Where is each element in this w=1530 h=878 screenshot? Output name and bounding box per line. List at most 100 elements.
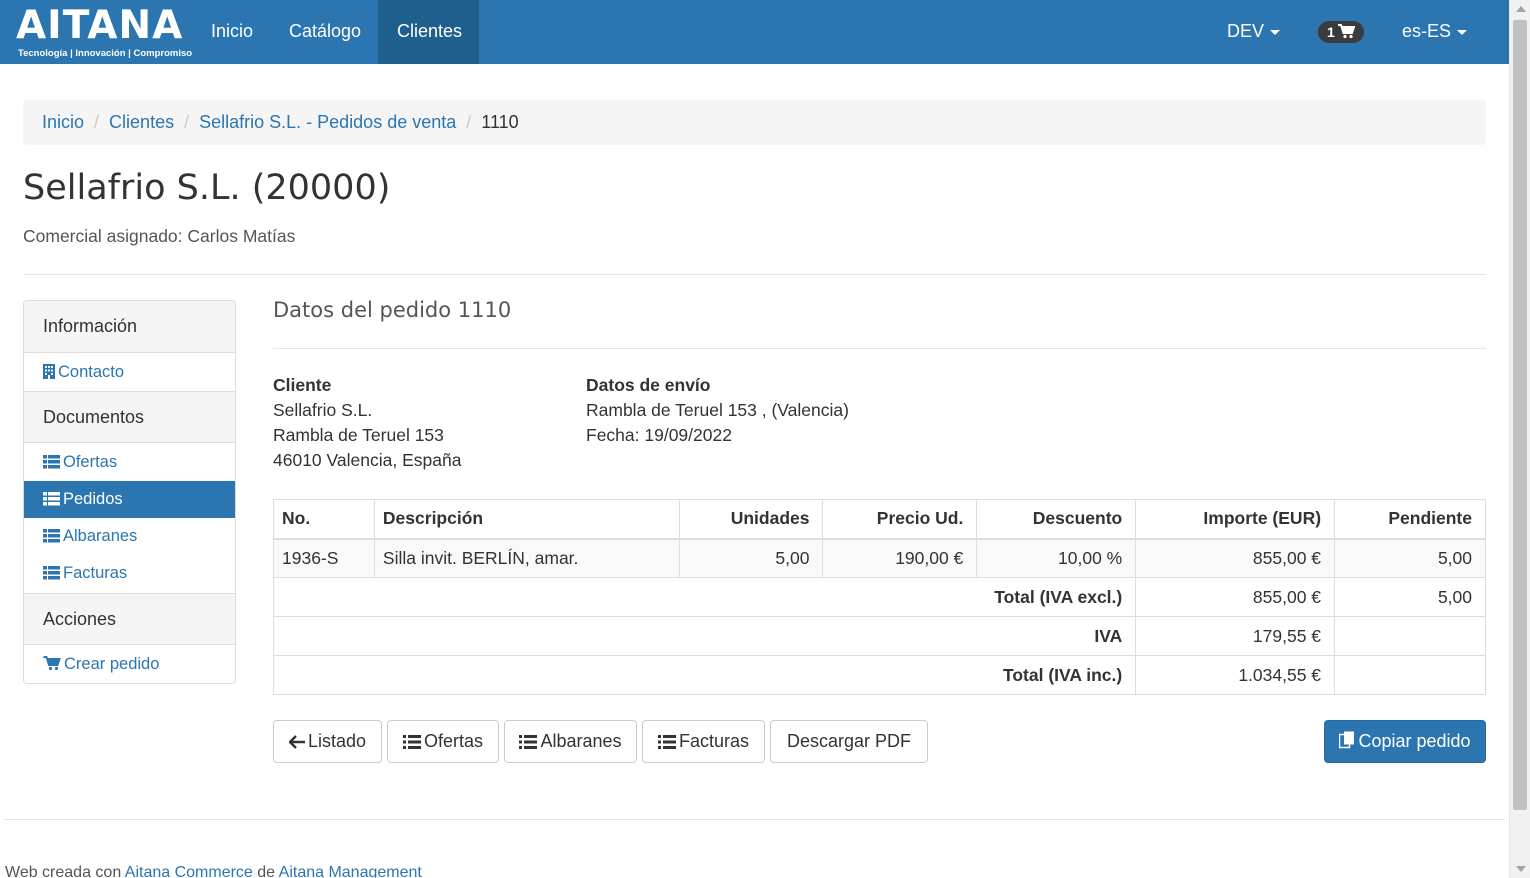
divider <box>5 819 1505 820</box>
customer-street: Rambla de Teruel 153 <box>273 425 444 445</box>
delivery-notes-button-label: Albaranes <box>540 731 622 751</box>
scroll-up-icon[interactable] <box>1516 6 1526 12</box>
aitana-logo[interactable]: AITANA Tecnología | Innovación | Comprom… <box>16 3 192 60</box>
total-excl-pending: 5,00 <box>1334 577 1486 617</box>
sidebar-item-pedidos[interactable]: Pedidos <box>24 481 235 518</box>
total-inc-row: Total (IVA inc.) 1.034,55 € <box>272 655 1486 695</box>
delivery-notes-button[interactable]: Albaranes <box>504 720 637 763</box>
breadcrumb-pedidos-venta[interactable]: Sellafrio S.L. - Pedidos de venta <box>199 112 456 132</box>
shipping-label: Datos de envío <box>586 375 711 395</box>
shipping-block: Datos de envío Rambla de Teruel 153 , (V… <box>586 373 849 448</box>
shopping-cart-icon <box>43 647 61 683</box>
sidebar-header-documentos: Documentos <box>24 392 235 443</box>
sidebar-item-label: Crear pedido <box>64 655 160 673</box>
environment-label: DEV <box>1227 21 1265 41</box>
sidebar-item-label: Ofertas <box>63 453 118 471</box>
total-excl-value: 855,00 € <box>1135 577 1336 617</box>
list-icon <box>519 723 538 764</box>
list-icon <box>657 723 676 764</box>
breadcrumb: Inicio / Clientes / Sellafrio S.L. - Pedidos… <box>23 100 1486 145</box>
sidebar-item-contacto[interactable]: Contacto <box>24 353 235 391</box>
list-icon <box>402 723 421 764</box>
column-header: Pendiente <box>1334 499 1486 540</box>
copy-icon <box>1339 723 1355 764</box>
table-header-row: No. Descripción Unidades Precio Ud. Desc… <box>273 499 1486 540</box>
order-lines-table: No. Descripción Unidades Precio Ud. Desc… <box>272 499 1486 695</box>
scroll-down-icon[interactable] <box>1516 866 1526 872</box>
download-pdf-button[interactable]: Descargar PDF <box>770 720 928 763</box>
sidebar-header-info: Información <box>24 301 235 353</box>
table-row: 1936-S Silla invit. BERLÍN, amar. 5,00 1… <box>273 538 1486 578</box>
cart-count: 1 <box>1327 24 1335 40</box>
divider <box>23 274 1486 275</box>
assigned-salesperson: Comercial asignado: Carlos Matías <box>23 226 296 246</box>
chevron-down-icon <box>1457 29 1468 35</box>
sidebar-item-label: Facturas <box>63 564 128 582</box>
top-navbar: AITANA Tecnología | Innovación | Comprom… <box>0 0 1509 64</box>
copy-order-button[interactable]: Copiar pedido <box>1324 720 1486 763</box>
sidebar-item-facturas[interactable]: Facturas <box>24 555 235 592</box>
customer-city: 46010 Valencia, España <box>273 450 462 470</box>
list-icon <box>43 520 60 557</box>
item-amount: 855,00 € <box>1135 538 1336 578</box>
list-icon <box>43 483 60 520</box>
sidebar-item-crear-pedido[interactable]: Crear pedido <box>24 645 235 683</box>
total-inc-value: 1.034,55 € <box>1135 655 1336 695</box>
nav-inicio[interactable]: Inicio <box>192 0 272 64</box>
column-header: Descripción <box>373 499 680 540</box>
column-header: Unidades <box>678 499 824 540</box>
nav-catalogo[interactable]: Catálogo <box>270 0 380 64</box>
shipping-date: Fecha: 19/09/2022 <box>586 425 732 445</box>
sidebar-item-label: Pedidos <box>63 490 123 508</box>
breadcrumb-clientes[interactable]: Clientes <box>109 112 174 132</box>
language-dropdown[interactable]: es-ES <box>1383 0 1486 64</box>
vat-label: IVA <box>272 616 1137 656</box>
customer-block: Cliente Sellafrio S.L. Rambla de Teruel … <box>273 373 461 473</box>
sidebar-item-label: Albaranes <box>63 527 138 545</box>
aitana-management-link[interactable]: Aitana Management <box>279 864 422 878</box>
column-header: Precio Ud. <box>822 499 978 540</box>
offers-button-label: Ofertas <box>423 731 484 751</box>
vertical-scrollbar[interactable] <box>1509 0 1530 878</box>
logo-text: AITANA <box>16 3 184 48</box>
sidebar-item-label: Contacto <box>58 363 125 381</box>
invoices-button[interactable]: Facturas <box>642 720 765 763</box>
column-header: Descuento <box>976 499 1137 540</box>
vat-row: IVA 179,55 € <box>272 616 1486 656</box>
list-icon <box>43 557 60 594</box>
logo-tagline: Tecnología | Innovación | Compromiso <box>18 48 193 59</box>
item-pending: 5,00 <box>1334 538 1486 578</box>
total-excl-label: Total (IVA excl.) <box>272 577 1137 617</box>
building-icon <box>43 355 55 393</box>
order-section-title: Datos del pedido 1110 <box>273 298 512 322</box>
shopping-cart-icon <box>1338 24 1355 39</box>
vat-value: 179,55 € <box>1135 616 1336 656</box>
column-header: No. <box>273 499 375 540</box>
scrollbar-thumb[interactable] <box>1513 20 1527 810</box>
item-units: 5,00 <box>678 538 824 578</box>
breadcrumb-inicio[interactable]: Inicio <box>42 112 84 132</box>
offers-button[interactable]: Ofertas <box>387 720 499 763</box>
aitana-commerce-link[interactable]: Aitana Commerce <box>125 864 253 878</box>
list-button-label: Listado <box>307 731 367 751</box>
breadcrumb-current: 1110 <box>481 112 519 132</box>
nav-clientes[interactable]: Clientes <box>378 0 479 64</box>
customer-name: Sellafrio S.L. <box>273 400 373 420</box>
arrow-left-icon <box>288 723 305 764</box>
chevron-down-icon <box>1270 29 1281 35</box>
total-inc-label: Total (IVA inc.) <box>272 655 1137 695</box>
item-number: 1936-S <box>273 538 375 578</box>
sidebar: Información Contacto Documentos Ofertas … <box>23 300 236 684</box>
sidebar-header-acciones: Acciones <box>24 594 235 645</box>
invoices-button-label: Facturas <box>678 731 750 751</box>
total-excl-row: Total (IVA excl.) 855,00 € 5,00 <box>272 577 1486 617</box>
item-price: 190,00 € <box>822 538 978 578</box>
list-button[interactable]: Listado <box>273 720 382 763</box>
sidebar-item-albaranes[interactable]: Albaranes <box>24 518 235 555</box>
cart-button[interactable]: 1 <box>1318 21 1364 43</box>
language-label: es-ES <box>1402 21 1452 41</box>
environment-dropdown[interactable]: DEV <box>1208 0 1299 64</box>
list-icon <box>43 446 60 483</box>
sidebar-item-ofertas[interactable]: Ofertas <box>24 444 235 481</box>
divider <box>273 348 1486 349</box>
